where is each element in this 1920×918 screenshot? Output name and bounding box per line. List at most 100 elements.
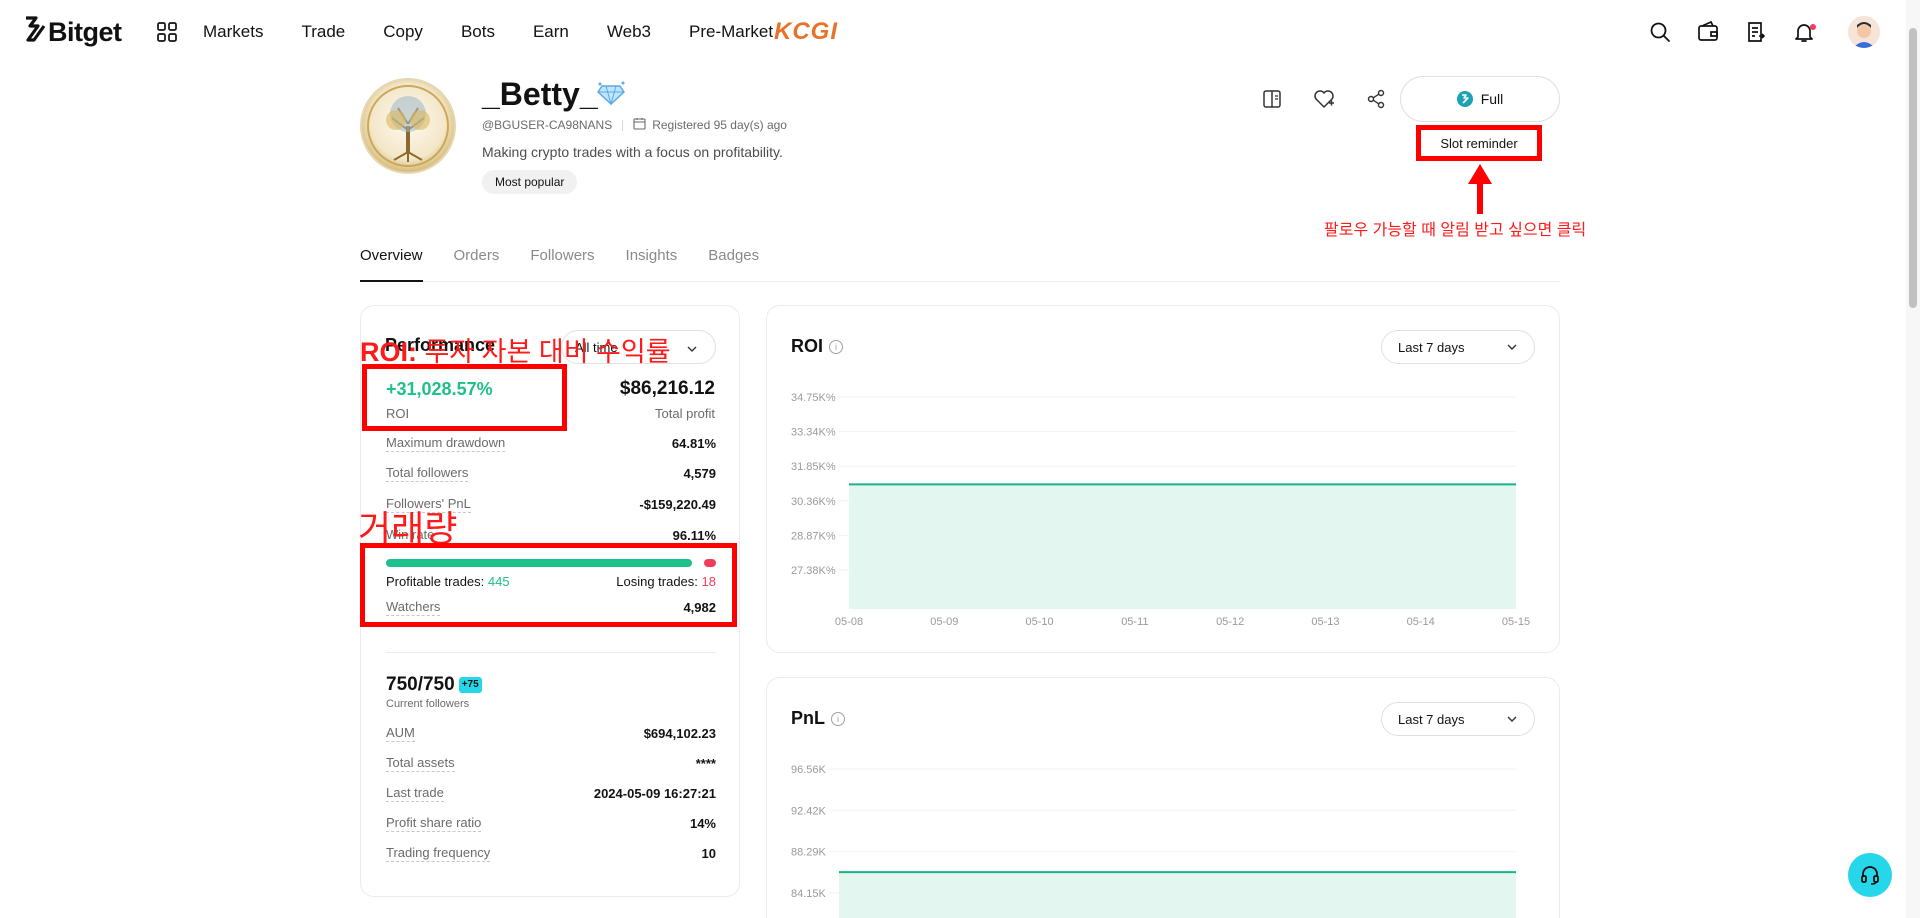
detail-label: AUM [386,724,415,742]
trader-name: _Betty_ [482,76,598,112]
orders-icon[interactable] [1732,0,1780,64]
stat-value: -$159,220.49 [639,496,716,512]
x-tick-label: 05-14 [1407,616,1435,628]
stat-label: Maximum drawdown [386,434,506,452]
profile-tabs: Overview Orders Followers Insights Badge… [360,240,1560,282]
main-menu: Markets Trade Copy Bots Earn Web3 Pre-Ma… [203,0,811,64]
x-tick-label: 05-13 [1311,616,1339,628]
top-navigation: Bitget Markets Trade Copy Bots Earn Web3… [0,0,1920,64]
follow-full-button[interactable]: Full [1400,76,1560,122]
x-tick-label: 05-08 [835,616,863,628]
detail-value: 10 [701,845,716,861]
detail-label: Trading frequency [386,844,491,862]
x-tick-label: 05-11 [1121,616,1148,628]
compare-icon[interactable] [1255,82,1289,116]
annotation-roi-box [362,364,567,431]
most-popular-tag: Most popular [482,170,578,194]
detail-value: $694,102.23 [643,725,716,741]
tab-overview[interactable]: Overview [360,240,423,282]
nav-right-actions [1636,0,1880,64]
slot-reminder-button[interactable]: Slot reminder [1416,125,1542,161]
detail-label: Profit share ratio [386,814,482,832]
y-tick-label: 31.85K% [791,461,836,473]
x-tick-label: 05-09 [930,616,958,628]
roi-chart-card: ROI i Last 7 days 34.75K% 33.34K% 31.85K% 3… [766,305,1560,653]
y-tick-label: 96.56K [791,764,827,776]
current-followers-value: 750/750 [386,674,455,695]
annotation-arrow-icon [1468,164,1492,214]
annotation-volume-box [360,543,737,627]
search-icon[interactable] [1636,0,1684,64]
chevron-down-icon [686,342,698,354]
bitget-logo[interactable]: Bitget [24,15,122,49]
trader-description: Making crypto trades with a focus on pro… [482,144,783,160]
y-tick-label: 33.34K% [791,427,836,439]
notification-dot [1810,24,1816,30]
roi-chart-plot: 34.75K% 33.34K% 31.85K% 30.36K% 28.87K% 27.38… [791,392,1530,628]
y-tick-label: 84.15K [791,888,827,900]
stat-value: 4,579 [683,465,716,481]
tab-insights[interactable]: Insights [626,240,678,282]
trader-meta: @BGUSER-CA98NANS Registered 95 day(s) ag… [482,117,787,133]
stat-value: 96.11% [672,527,716,543]
bell-icon[interactable] [1780,0,1828,64]
y-tick-label: 30.36K% [791,496,836,508]
series-area [839,872,1516,918]
profile-actions [1255,82,1393,116]
detail-label: Total assets [386,754,455,772]
wallet-icon[interactable] [1684,0,1732,64]
stat-row-total-followers: Total followers 4,579 [386,463,716,483]
x-tick-label: 05-10 [1026,616,1054,628]
detail-value: **** [695,755,716,771]
pnl-chart-card: PnL i Last 7 days 96.56K 92.42K 88.29K 84.1… [766,677,1560,918]
current-followers: 750/750 +75 [386,674,482,696]
favorite-icon[interactable] [1307,82,1341,116]
stat-label: Total followers [386,464,469,482]
page-scrollbar[interactable] [1906,0,1920,918]
y-tick-label: 92.42K [791,805,827,817]
nav-earn[interactable]: Earn [533,22,569,42]
card-divider [386,652,716,653]
detail-value: 2024-05-09 16:27:21 [593,785,716,801]
nav-pre-market[interactable]: Pre-Market [689,22,773,42]
total-profit-value: $86,216.12 [619,378,715,399]
user-avatar[interactable] [1848,16,1880,48]
tab-badges[interactable]: Badges [708,240,759,282]
current-followers-label: Current followers [386,698,470,710]
y-tick-label: 34.75K% [791,392,836,404]
share-icon[interactable] [1359,82,1393,116]
detail-row-total-assets: Total assets **** [386,753,716,773]
apps-grid-icon[interactable] [156,21,178,43]
nav-copy[interactable]: Copy [383,22,423,42]
kcgi-promo-logo[interactable]: KCGI [774,18,838,46]
stat-value: 64.81% [671,435,716,451]
nav-trade[interactable]: Trade [301,22,345,42]
tab-followers[interactable]: Followers [530,240,594,282]
nav-markets[interactable]: Markets [203,22,263,42]
calendar-icon [633,117,646,133]
detail-row-profit-share: Profit share ratio 14% [386,813,716,833]
annotation-roi-prefix: ROI: [360,337,417,367]
bitget-logo-text: Bitget [48,16,122,47]
trader-uid: @BGUSER-CA98NANS [482,118,613,132]
x-tick-label: 05-12 [1216,616,1244,628]
trader-avatar [360,78,456,174]
x-tick-label: 05-15 [1502,616,1530,628]
extra-slots-badge: +75 [458,677,482,693]
scrollbar-thumb[interactable] [1909,28,1917,308]
detail-row-last-trade: Last trade 2024-05-09 16:27:21 [386,783,716,803]
detail-label: Last trade [386,784,444,802]
y-tick-label: 88.29K [791,847,827,859]
pnl-chart-plot: 96.56K 92.42K 88.29K 84.15K [791,764,1517,918]
nav-web3[interactable]: Web3 [607,22,651,42]
bitget-logo-mark [24,15,46,49]
headset-icon [1861,866,1879,885]
customer-support-button[interactable] [1848,853,1892,897]
y-tick-label: 27.38K% [791,565,836,577]
y-tick-label: 28.87K% [791,530,836,542]
tab-orders[interactable]: Orders [454,240,500,282]
meta-divider [622,119,624,131]
total-profit-label: Total profit [655,406,715,421]
nav-bots[interactable]: Bots [461,22,495,42]
detail-row-aum: AUM $694,102.23 [386,723,716,743]
